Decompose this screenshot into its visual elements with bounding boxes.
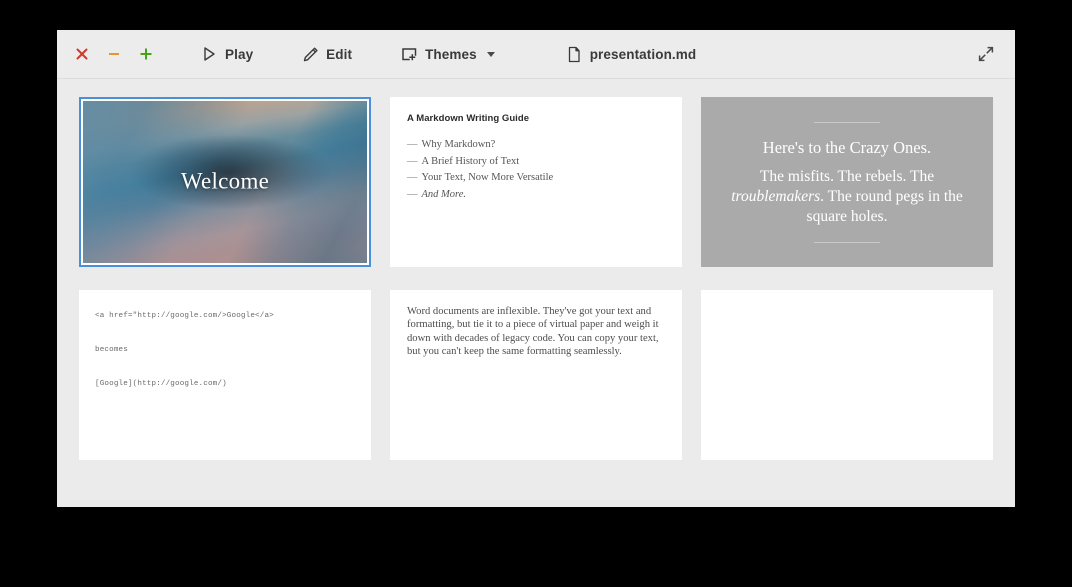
slide-thumbnail-3[interactable]: Here's to the Crazy Ones. The misfits. T… [701,97,993,267]
quote-rule-bottom [814,241,880,243]
play-button[interactable]: Play [190,41,263,67]
document-icon [565,45,583,63]
quote-part-pre: The misfits. The rebels. The [759,167,935,185]
slide-thumbnail-5[interactable]: Word documents are inflexible. They've g… [390,290,682,460]
window-controls [57,43,165,65]
slide-thumbnail-2[interactable]: A Markdown Writing Guide — Why Markdown? … [390,97,682,267]
quote-part-post: . The round pegs in the square holes. [806,187,963,225]
slide-4-code-block: <a href="http://google.com/>Google</a> b… [95,312,274,388]
slide-grid: Welcome A Markdown Writing Guide — Why Ma… [79,97,993,460]
list-item-label: A Brief History of Text [421,155,520,167]
list-item: — A Brief History of Text [407,154,665,171]
slide-5-content: Word documents are inflexible. They've g… [390,290,682,460]
slide-canvas: Welcome A Markdown Writing Guide — Why Ma… [57,79,1015,507]
slide-6-content [701,290,993,460]
quote-rule-top [814,121,880,123]
slide-thumbnail-1[interactable]: Welcome [79,97,371,267]
themes-label: Themes [425,46,477,62]
slide-1-content: Welcome [83,101,367,263]
minimize-button[interactable] [103,43,125,65]
toolbar: Play Edit Themes presentation.md [57,30,1015,79]
list-item-label: Your Text, Now More Versatile [421,172,554,183]
slide-3-quote-line-2: The misfits. The rebels. The troublemake… [723,167,971,227]
edit-button[interactable]: Edit [291,41,362,67]
expand-fullscreen-button[interactable] [975,43,997,65]
play-label: Play [225,46,254,62]
file-name-display: presentation.md [555,41,707,67]
plus-icon [140,48,152,60]
slide-thumbnail-6[interactable] [701,290,993,460]
slide-4-content: <a href="http://google.com/>Google</a> b… [79,290,371,460]
list-item: — Your Text, Now More Versatile [407,170,665,187]
add-theme-icon [400,45,418,63]
list-dash: — [407,188,418,200]
list-dash: — [407,139,418,150]
list-dash: — [407,172,418,183]
list-item-label: And More. [421,188,467,200]
quote-emphasis: troublemakers [731,187,821,205]
list-item: — Why Markdown? [407,137,665,154]
slide-2-heading: A Markdown Writing Guide [407,113,530,124]
slide-2-content: A Markdown Writing Guide — Why Markdown? … [390,97,682,267]
application-window: Play Edit Themes presentation.md Welcome… [57,30,1015,507]
list-item-label: Why Markdown? [421,139,496,150]
chevron-down-icon [486,51,495,57]
slide-3-content: Here's to the Crazy Ones. The misfits. T… [701,97,993,267]
slide-5-body-text: Word documents are inflexible. They've g… [407,306,659,357]
expand-fullscreen-icon [978,46,994,62]
pencil-icon [301,45,319,63]
minus-icon [109,53,119,55]
new-slide-button[interactable] [135,43,157,65]
slide-3-quote-line-1: Here's to the Crazy Ones. [762,137,932,157]
close-button[interactable] [71,43,93,65]
close-icon [76,48,88,60]
play-triangle-icon [200,45,218,63]
slide-thumbnail-4[interactable]: <a href="http://google.com/>Google</a> b… [79,290,371,460]
slide-2-list: — Why Markdown? — A Brief History of Text … [407,137,665,203]
slide-1-title: Welcome [180,168,270,194]
file-name-label: presentation.md [589,46,697,62]
list-dash: — [407,155,418,167]
list-item: — And More. [407,187,665,204]
edit-label: Edit [326,46,353,62]
themes-button[interactable]: Themes [390,41,505,67]
